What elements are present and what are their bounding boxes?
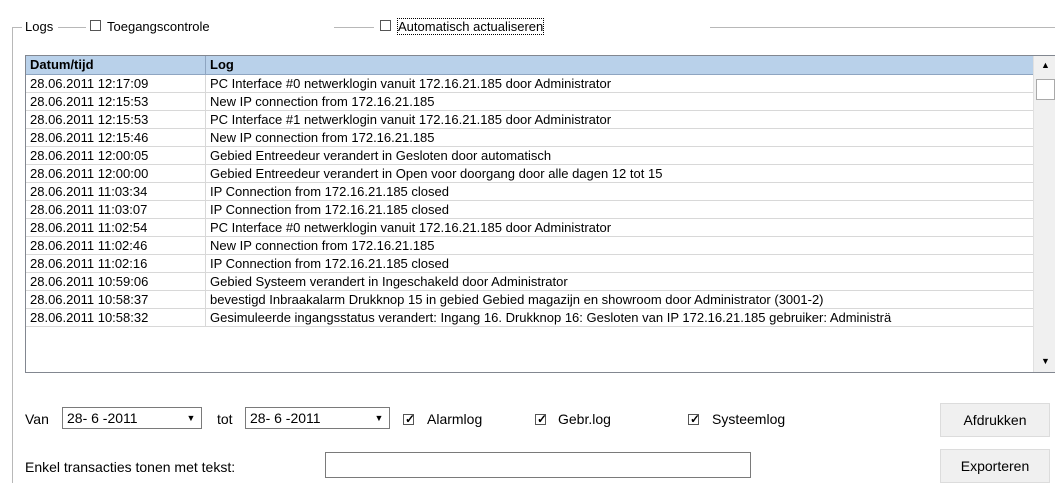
table-row[interactable]: 28.06.2011 10:59:06 Gebied Systeem verand… xyxy=(26,273,1033,291)
table-row[interactable]: 28.06.2011 12:15:53 New IP connection fro… xyxy=(26,93,1033,111)
table-row[interactable]: 28.06.2011 12:15:53 PC Interface #1 netwe… xyxy=(26,111,1033,129)
log-table[interactable]: Datum/tijd Log 28.06.2011 12:17:09 PC Int… xyxy=(25,55,1055,373)
cell-log: Gebied Entreedeur verandert in Gesloten … xyxy=(210,148,552,163)
cell-datetime: 28.06.2011 12:15:46 xyxy=(26,129,206,146)
cell-datetime: 28.06.2011 12:15:53 xyxy=(26,111,206,128)
table-row[interactable]: 28.06.2011 11:03:34 IP Connection from 17… xyxy=(26,183,1033,201)
systeemlog-checkbox-box[interactable]: ✓ xyxy=(688,412,701,426)
cell-datetime: 28.06.2011 12:00:05 xyxy=(26,147,206,164)
column-header-datetime[interactable]: Datum/tijd xyxy=(26,56,206,74)
text-filter-label: Enkel transacties tonen met tekst: xyxy=(25,459,236,475)
cell-log: IP Connection from 172.16.21.185 closed xyxy=(210,256,449,271)
cell-log: IP Connection from 172.16.21.185 closed xyxy=(210,202,449,217)
chevron-down-icon[interactable]: ▼ xyxy=(370,409,388,427)
van-date-picker[interactable]: 28- 6 -2011 ▼ xyxy=(62,407,202,429)
tot-date-picker[interactable]: 28- 6 -2011 ▼ xyxy=(245,407,390,429)
tot-date-value: 28- 6 -2011 xyxy=(250,410,321,426)
table-row[interactable]: 28.06.2011 10:58:37 bevestigd Inbraakalar… xyxy=(26,291,1033,309)
table-row[interactable]: 28.06.2011 11:02:16 IP Connection from 17… xyxy=(26,255,1033,273)
table-row[interactable]: 28.06.2011 11:02:46 New IP connection fro… xyxy=(26,237,1033,255)
auto-refresh-checkbox-box[interactable] xyxy=(380,20,391,31)
table-row[interactable]: 28.06.2011 11:03:07 IP Connection from 17… xyxy=(26,201,1033,219)
cell-log: New IP connection from 172.16.21.185 xyxy=(210,94,435,109)
cell-datetime: 28.06.2011 11:02:46 xyxy=(26,237,206,254)
cell-datetime: 28.06.2011 12:15:53 xyxy=(26,93,206,110)
cell-log: IP Connection from 172.16.21.185 closed xyxy=(210,184,449,199)
gebrlog-checkbox-box[interactable]: ✓ xyxy=(535,412,548,426)
scroll-down-icon[interactable]: ▼ xyxy=(1036,352,1055,371)
groupbox-border-seg1 xyxy=(58,27,86,28)
van-label: Van xyxy=(25,411,49,427)
cell-log: New IP connection from 172.16.21.185 xyxy=(210,130,435,145)
tot-label: tot xyxy=(217,411,233,427)
alarmlog-checkbox-box[interactable]: ✓ xyxy=(403,412,416,426)
cell-datetime: 28.06.2011 12:17:09 xyxy=(26,75,206,92)
cell-datetime: 28.06.2011 11:03:07 xyxy=(26,201,206,218)
alarmlog-label: Alarmlog xyxy=(427,411,483,427)
table-row[interactable]: 28.06.2011 11:02:54 PC Interface #0 netwe… xyxy=(26,219,1033,237)
chevron-down-icon[interactable]: ▼ xyxy=(182,409,200,427)
cell-datetime: 28.06.2011 10:58:37 xyxy=(26,291,206,308)
print-button[interactable]: Afdrukken xyxy=(940,403,1050,437)
cell-log: PC Interface #0 netwerklogin vanuit 172.… xyxy=(210,76,612,91)
cell-log: Gesimuleerde ingangsstatus verandert: In… xyxy=(210,310,892,325)
groupbox-border-left xyxy=(12,27,13,483)
groupbox-border-left-top xyxy=(12,27,22,28)
groupbox-border-seg3 xyxy=(710,27,1055,28)
column-header-log[interactable]: Log xyxy=(206,56,1033,74)
systeemlog-label: Systeemlog xyxy=(712,411,786,427)
table-row[interactable]: 28.06.2011 12:17:09 PC Interface #0 netwe… xyxy=(26,75,1033,93)
table-row[interactable]: 28.06.2011 12:15:46 New IP connection fro… xyxy=(26,129,1033,147)
toegangscontrole-checkbox-box[interactable] xyxy=(90,20,101,31)
van-date-value: 28- 6 -2011 xyxy=(67,410,138,426)
cell-log: PC Interface #1 netwerklogin vanuit 172.… xyxy=(210,112,612,127)
cell-datetime: 28.06.2011 10:58:32 xyxy=(26,309,206,326)
cell-log: PC Interface #0 netwerklogin vanuit 172.… xyxy=(210,220,612,235)
toegangscontrole-label: Toegangscontrole xyxy=(107,19,210,34)
cell-datetime: 28.06.2011 11:03:34 xyxy=(26,183,206,200)
checkmark-icon: ✓ xyxy=(690,412,701,426)
cell-log: bevestigd Inbraakalarm Drukknop 15 in ge… xyxy=(210,292,824,307)
table-row[interactable]: 28.06.2011 12:00:05 Gebied Entreedeur ver… xyxy=(26,147,1033,165)
scroll-up-icon[interactable]: ▲ xyxy=(1036,56,1055,75)
text-filter-input[interactable] xyxy=(325,452,751,478)
cell-log: Gebied Entreedeur verandert in Open voor… xyxy=(210,166,663,181)
cell-log: Gebied Systeem verandert in Ingeschakeld… xyxy=(210,274,568,289)
groupbox-title: Logs xyxy=(25,19,54,34)
gebrlog-label: Gebr.log xyxy=(558,411,611,427)
groupbox-border-seg2 xyxy=(334,27,374,28)
log-table-rows: 28.06.2011 12:17:09 PC Interface #0 netwe… xyxy=(26,75,1033,327)
cell-datetime: 28.06.2011 11:02:54 xyxy=(26,219,206,236)
cell-datetime: 28.06.2011 10:59:06 xyxy=(26,273,206,290)
log-table-header: Datum/tijd Log xyxy=(26,56,1033,75)
table-row[interactable]: 28.06.2011 12:00:00 Gebied Entreedeur ver… xyxy=(26,165,1033,183)
checkmark-icon: ✓ xyxy=(537,412,548,426)
auto-refresh-label: Automatisch actualiseren xyxy=(396,18,545,35)
checkmark-icon: ✓ xyxy=(405,412,416,426)
log-table-scrollbar[interactable]: ▲ ▼ xyxy=(1033,56,1055,372)
cell-datetime: 28.06.2011 12:00:00 xyxy=(26,165,206,182)
table-row[interactable]: 28.06.2011 10:58:32 Gesimuleerde ingangss… xyxy=(26,309,1033,327)
export-button[interactable]: Exporteren xyxy=(940,449,1050,483)
scroll-thumb[interactable] xyxy=(1036,79,1055,100)
cell-datetime: 28.06.2011 11:02:16 xyxy=(26,255,206,272)
cell-log: New IP connection from 172.16.21.185 xyxy=(210,238,435,253)
